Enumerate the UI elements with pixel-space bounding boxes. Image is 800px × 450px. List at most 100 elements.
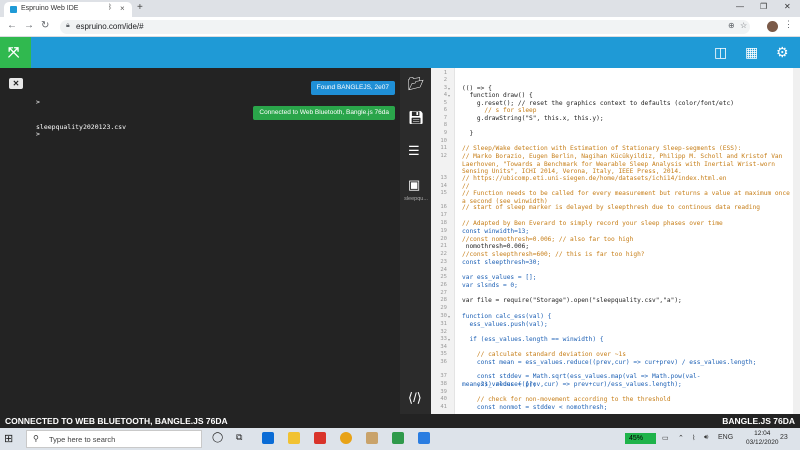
line-number: 39 — [440, 389, 447, 395]
line-number: 11 — [440, 145, 447, 151]
browser-tab[interactable]: Espruino Web IDE ᛒ × — [4, 2, 132, 17]
back-icon[interactable]: ← — [7, 20, 17, 31]
line-number: 27 — [440, 290, 447, 296]
book-icon[interactable]: ▦ — [745, 44, 758, 61]
install-icon[interactable]: ⊕ — [728, 21, 735, 30]
code-line[interactable]: function draw() { — [462, 92, 792, 100]
code-line[interactable]: // check for non-movement according to t… — [462, 396, 792, 404]
close-window-icon[interactable]: ✕ — [784, 2, 791, 11]
fold-arrow-icon[interactable]: ▾ — [448, 93, 450, 98]
file-explorer-icon[interactable] — [288, 432, 300, 444]
line-number: 36 — [440, 359, 447, 365]
split-view-icon[interactable]: ◫ — [714, 44, 727, 61]
edge-icon[interactable] — [262, 432, 274, 444]
device-name[interactable]: BANGLE.JS 76DA — [722, 416, 795, 426]
code-line[interactable]: const sleepthresh=30; — [462, 259, 792, 267]
editor-scrollbar[interactable] — [793, 68, 800, 414]
chrome-icon[interactable] — [340, 432, 352, 444]
code-line[interactable]: g.drawString("S", this.x, this.y); — [462, 115, 792, 123]
task-view-icon[interactable]: ⧉ — [236, 432, 248, 444]
terminal-prompt: > — [36, 98, 40, 106]
code-line[interactable]: } — [462, 130, 792, 138]
volume-icon[interactable]: 🔊︎ — [704, 434, 708, 442]
code-line[interactable]: ess_values.push(val); — [462, 321, 792, 329]
fold-arrow-icon[interactable]: ▾ — [448, 314, 450, 319]
code-line[interactable]: // calculate standard deviation over ~1s — [462, 351, 792, 359]
cortana-icon[interactable]: ◯ — [212, 432, 224, 444]
line-number: 18 — [440, 220, 447, 226]
connect-icon: ⤧ — [8, 44, 20, 60]
line-number: 31 — [440, 321, 447, 327]
settings-gear-icon[interactable]: ⚙ — [776, 44, 789, 61]
code-line[interactable]: if (ess_values.length == winwidth) { — [462, 336, 792, 344]
clear-terminal-icon[interactable]: ✕ — [9, 78, 23, 89]
clock-date: 03/12/2020 — [746, 439, 779, 446]
tab-title: Espruino Web IDE — [21, 5, 79, 12]
profile-avatar[interactable] — [767, 21, 778, 32]
system-clock[interactable]: 12:04 03/12/2020 — [746, 429, 779, 447]
code-line[interactable]: // Function needs to be called for every… — [462, 190, 792, 205]
code-line[interactable]: // Marko Borazio, Eugen Berlin, Nagihan … — [462, 153, 792, 176]
spreadsheet-icon[interactable] — [392, 432, 404, 444]
line-number: 12 — [440, 153, 447, 159]
line-number: 19 — [440, 228, 447, 234]
save-icon[interactable]: 💾︎ — [408, 110, 425, 126]
forward-icon[interactable]: → — [24, 20, 34, 31]
search-placeholder: Type here to search — [49, 435, 116, 444]
storage-database-icon[interactable]: ☰ — [408, 143, 420, 159]
code-line[interactable]: // Adapted by Ben Everard to simply reco… — [462, 220, 792, 228]
toast-connected: Connected to Web Bluetooth, Bangle.js 76… — [253, 106, 395, 120]
line-number: 20 — [440, 236, 447, 242]
fold-arrow-icon[interactable]: ▾ — [448, 86, 450, 91]
line-number: 35 — [440, 351, 447, 357]
restore-icon[interactable]: ❐ — [760, 2, 767, 11]
taskbar-search-input[interactable]: ⚲ Type here to search — [26, 430, 202, 448]
line-number: 32 — [440, 329, 447, 335]
code-line[interactable]: const nonmot = stddev < nomothresh; — [462, 404, 792, 412]
code-line[interactable]: // start of sleep marker is delayed by s… — [462, 204, 792, 212]
code-line[interactable]: // Sleep/Wake detection with Estimation … — [462, 145, 792, 153]
show-hidden-icons[interactable]: ⌃ — [678, 434, 684, 442]
code-line[interactable]: //const sleepthresh=600; // this is far … — [462, 251, 792, 259]
battery-icon[interactable]: ▭ — [662, 434, 669, 442]
notification-badge[interactable]: 23 — [780, 434, 788, 441]
terminal-prompt: > — [36, 130, 40, 138]
code-line[interactable]: // s for sleep — [462, 107, 792, 115]
close-tab-icon[interactable]: × — [120, 4, 125, 13]
code-line[interactable]: var slsnds = 0; — [462, 282, 792, 290]
line-number: 5 — [443, 100, 447, 106]
code-line[interactable]: var file = require("Storage").open("slee… — [462, 297, 792, 305]
network-icon[interactable]: ⌇ — [692, 434, 695, 442]
bookmark-star-icon[interactable]: ☆ — [740, 21, 747, 30]
upload-target-label[interactable]: sleepqu... — [400, 196, 432, 202]
acrobat-icon[interactable] — [314, 432, 326, 444]
line-number: 3 — [443, 85, 447, 91]
code-line[interactable]: function calc_ess(val) { — [462, 313, 792, 321]
code-line[interactable]: // https://ubicomp.eti.uni-siegen.de/hom… — [462, 175, 792, 183]
fold-arrow-icon[interactable]: ▾ — [448, 337, 450, 342]
line-number: 8 — [443, 122, 447, 128]
language-indicator[interactable]: ENG — [718, 434, 733, 441]
code-line[interactable]: var ess_values = []; — [462, 274, 792, 282]
code-line[interactable]: const winwidth=13; — [462, 228, 792, 236]
new-tab-button[interactable]: + — [137, 2, 143, 13]
code-view-toggle-icon[interactable]: ⟨/⟩ — [408, 390, 422, 406]
app-icon[interactable] — [366, 432, 378, 444]
code-line[interactable]: const mean = ess_values.reduce((prev,cur… — [462, 359, 792, 367]
upload-to-device-icon[interactable]: ▣ — [408, 177, 420, 193]
battery-indicator[interactable]: 45% — [625, 433, 656, 444]
document-icon[interactable] — [418, 432, 430, 444]
code-line[interactable]: nomothresh=0.006; — [462, 243, 792, 251]
line-number: 1 — [443, 70, 447, 76]
search-icon: ⚲ — [33, 434, 39, 443]
minimize-icon[interactable]: — — [736, 2, 744, 11]
open-file-icon[interactable]: 📂︎ — [408, 76, 425, 92]
reload-icon[interactable]: ↻ — [41, 20, 49, 31]
windows-start-icon[interactable]: ⊞ — [4, 432, 13, 445]
browser-menu-icon[interactable]: ⋮ — [784, 19, 793, 30]
espruino-logo-button[interactable]: ⤧ — [0, 37, 31, 68]
url-input[interactable]: 🔒︎ espruino.com/ide/# ⊕ ☆ — [60, 20, 750, 34]
line-number: 2 — [443, 77, 447, 83]
line-number: 13 — [440, 175, 447, 181]
code-line[interactable]: ess_values = []; — [462, 381, 792, 389]
